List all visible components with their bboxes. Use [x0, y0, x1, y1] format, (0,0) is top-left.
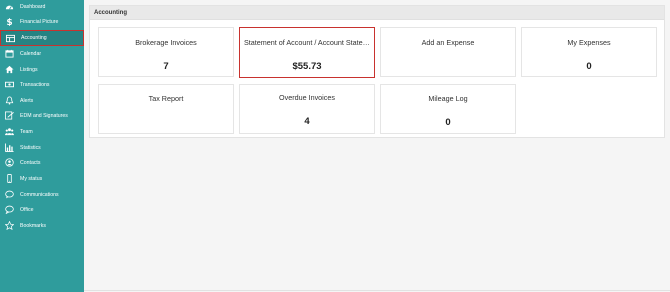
dashboard-icon: [5, 2, 14, 11]
sidebar-item-label: Statistics: [20, 144, 41, 151]
bell-icon: [5, 96, 14, 105]
panel-header: Accounting: [90, 6, 664, 20]
statement-of-account-card[interactable]: Statement of Account / Account Statement…: [239, 27, 375, 78]
home-icon: [5, 65, 14, 74]
sidebar-item-label: Dashboard: [20, 3, 46, 10]
card-value: 0: [586, 61, 592, 72]
sidebar-item-label: Office: [20, 206, 34, 213]
panel-title: Accounting: [94, 9, 127, 16]
mobile-icon: [5, 174, 14, 183]
card-label: My Expenses: [567, 38, 611, 47]
sidebar-item-financial-picture[interactable]: $ Financial Picture: [0, 14, 84, 29]
sidebar-item-label: Calendar: [20, 50, 42, 57]
sidebar-item-label: Alerts: [20, 97, 34, 104]
sidebar-item-statistics[interactable]: Statistics: [0, 140, 84, 155]
svg-text:$: $: [6, 18, 12, 26]
sidebar-item-edm-and-signatures[interactable]: EDM and Signatures: [0, 108, 84, 123]
sidebar-item-contacts[interactable]: Contacts: [0, 155, 84, 170]
card-label: Mileage Log: [428, 94, 468, 103]
sidebar-item-transactions[interactable]: Transactions: [0, 77, 84, 92]
signature-icon: [5, 111, 14, 120]
overdue-invoices-card[interactable]: Overdue Invoices 4: [239, 84, 375, 134]
accounting-panel: Accounting Brokerage Invoices 7 Statemen…: [89, 5, 665, 138]
sidebar-item-label: EDM and Signatures: [20, 112, 68, 119]
card-value: 0: [445, 117, 451, 128]
add-an-expense-card[interactable]: Add an Expense: [380, 27, 516, 77]
calendar-icon: [5, 49, 14, 58]
my-expenses-card[interactable]: My Expenses 0: [521, 27, 657, 77]
money-icon: [5, 80, 14, 89]
team-icon: [5, 127, 14, 136]
contacts-icon: [5, 158, 14, 167]
card-label: Overdue Invoices: [279, 93, 335, 102]
sidebar-item-label: My status: [20, 175, 43, 182]
mileage-log-card[interactable]: Mileage Log 0: [380, 84, 516, 134]
speech-icon: [5, 205, 14, 214]
sidebar-item-label: Contacts: [20, 159, 41, 166]
sidebar-item-label: Accounting: [21, 35, 47, 41]
card-label: Add an Expense: [421, 38, 475, 47]
chat-icon: [5, 190, 14, 199]
sidebar-item-team[interactable]: Team: [0, 124, 84, 139]
sidebar-item-dashboard[interactable]: Dashboard: [0, 0, 84, 14]
sidebar-item-label: Team: [20, 128, 33, 135]
sidebar-item-label: Bookmarks: [20, 222, 46, 229]
card-value: $55.73: [292, 61, 322, 72]
main-content: Accounting Brokerage Invoices 7 Statemen…: [84, 0, 670, 292]
sidebar-item-office[interactable]: Office: [0, 202, 84, 217]
ledger-icon: [6, 34, 15, 43]
sidebar: Dashboard $ Financial Picture Accounting…: [0, 0, 84, 292]
card-value: 4: [304, 116, 310, 127]
sidebar-item-accounting[interactable]: Accounting: [0, 30, 84, 46]
sidebar-item-label: Financial Picture: [20, 18, 59, 25]
brokerage-invoices-card[interactable]: Brokerage Invoices 7: [98, 27, 234, 77]
tax-report-card[interactable]: Tax Report: [98, 84, 234, 134]
dollar-icon: $: [5, 17, 14, 26]
divider: [84, 290, 670, 291]
sidebar-item-label: Communications: [20, 191, 59, 198]
card-label: Brokerage Invoices: [135, 38, 197, 47]
card-value: 7: [163, 61, 169, 72]
sidebar-item-calendar[interactable]: Calendar: [0, 46, 84, 61]
sidebar-item-listings[interactable]: Listings: [0, 62, 84, 77]
sidebar-item-bookmarks[interactable]: Bookmarks: [0, 218, 84, 233]
sidebar-item-my-status[interactable]: My status: [0, 171, 84, 186]
sidebar-item-alerts[interactable]: Alerts: [0, 93, 84, 108]
card-label: Tax Report: [148, 94, 184, 103]
sidebar-item-label: Transactions: [20, 81, 50, 88]
card-label: Statement of Account / Account Statement: [244, 38, 370, 47]
star-icon: [5, 221, 14, 230]
sidebar-item-label: Listings: [20, 66, 38, 73]
sidebar-item-communications[interactable]: Communications: [0, 187, 84, 202]
bar-chart-icon: [5, 143, 14, 152]
